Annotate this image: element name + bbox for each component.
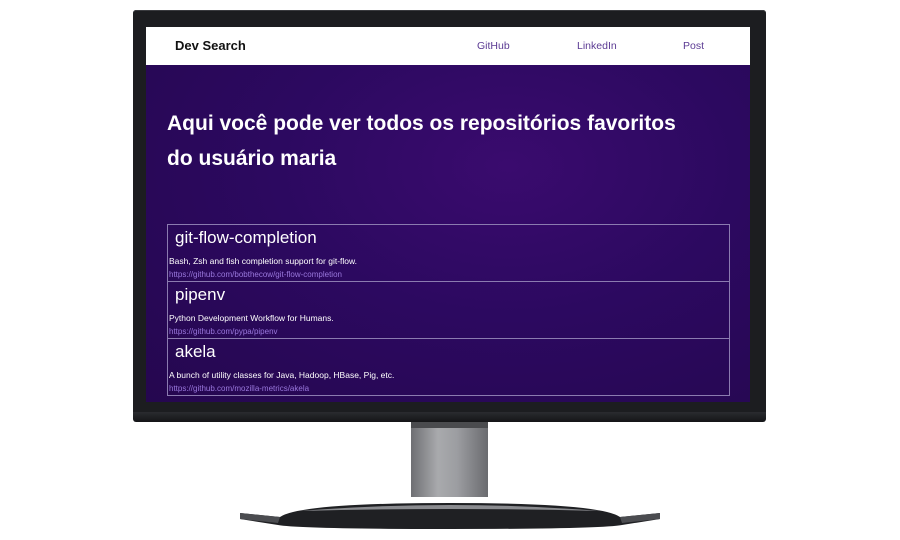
repo-link[interactable]: https://github.com/mozilla-metrics/akela [169, 384, 309, 393]
repo-card[interactable]: git-flow-completion Bash, Zsh and fish c… [167, 224, 730, 282]
repo-description: A bunch of utility classes for Java, Had… [169, 370, 395, 380]
monitor-bezel-bottom [133, 412, 766, 422]
nav-link-github[interactable]: GitHub [477, 40, 510, 52]
monitor-stand-neck [411, 422, 488, 497]
page-title: Aqui você pode ver todos os repositórios… [167, 112, 676, 170]
repo-title: git-flow-completion [175, 228, 317, 247]
monitor-stand-base [240, 503, 660, 529]
top-navbar: Dev Search GitHub LinkedIn Post [146, 27, 750, 65]
monitor-screen: Dev Search GitHub LinkedIn Post Aqui voc… [146, 27, 750, 402]
repo-title: pipenv [175, 285, 226, 304]
repo-description: Bash, Zsh and fish completion support fo… [169, 256, 358, 266]
nav-link-linkedin[interactable]: LinkedIn [577, 40, 617, 52]
repo-list: git-flow-completion Bash, Zsh and fish c… [167, 224, 730, 396]
repo-description: Python Development Workflow for Humans. [169, 313, 334, 323]
nav-link-post[interactable]: Post [683, 40, 704, 52]
brand-logo[interactable]: Dev Search [175, 38, 246, 53]
repo-link[interactable]: https://github.com/bobthecow/git-flow-co… [169, 270, 342, 279]
hero-section: Aqui você pode ver todos os repositórios… [146, 65, 750, 402]
repo-card[interactable]: pipenv Python Development Workflow for H… [167, 281, 730, 339]
monitor-stand-shadow [411, 422, 488, 428]
repo-title: akela [175, 342, 216, 361]
repo-link[interactable]: https://github.com/pypa/pipenv [169, 327, 278, 336]
repo-card[interactable]: akela A bunch of utility classes for Jav… [167, 338, 730, 396]
